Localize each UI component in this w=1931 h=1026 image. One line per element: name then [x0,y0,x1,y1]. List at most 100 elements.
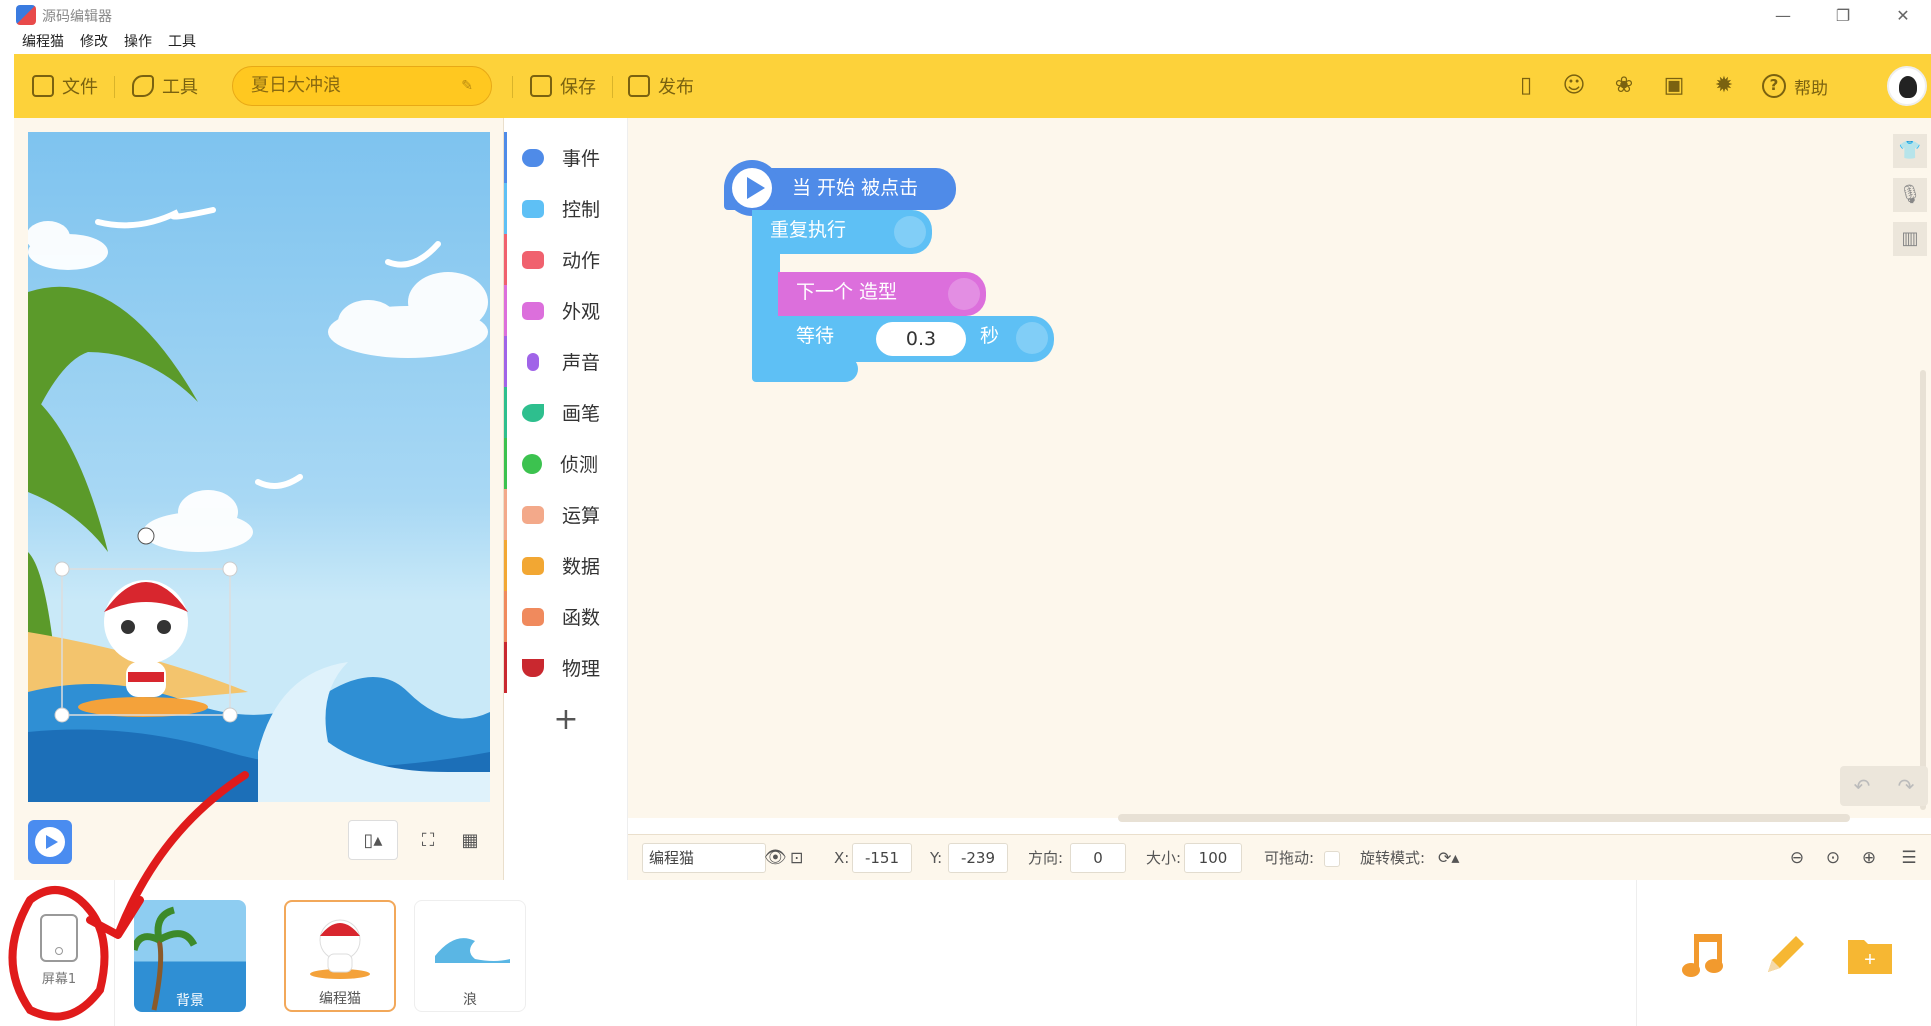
x-label: X: [834,849,850,867]
sprite-card-wave[interactable]: 浪 [414,900,526,1012]
sprite-card-codemao[interactable]: 编程猫 [284,900,396,1012]
sprite-name-input[interactable]: 编程猫 [642,843,766,873]
publish-button[interactable]: 发布 [628,54,694,118]
category-events[interactable]: 事件 [504,132,628,183]
minimize-button[interactable]: — [1755,0,1811,30]
category-sensing[interactable]: 侦测 [504,438,628,489]
stage-scene [28,207,490,802]
file-button[interactable]: 文件 [32,54,98,118]
category-motion[interactable]: 动作 [504,234,628,285]
save-button[interactable]: 保存 [530,54,596,118]
folder-add-icon[interactable]: + [1844,928,1896,980]
menu-item-codemao[interactable]: 编程猫 [22,30,64,54]
category-sound[interactable]: 声音 [504,336,628,387]
x-input[interactable]: -151 [852,843,912,873]
app-logo [16,5,36,25]
file-label: 文件 [62,77,98,98]
project-name-text: 夏日大冲浪 [251,75,341,96]
block-text: 秒 [980,325,1000,347]
code-workspace[interactable]: 当 开始 被点击 重复执行 下一个 造型 等待 0.3 秒 [628,118,1931,818]
bar-chart-icon [522,556,544,575]
y-input[interactable]: -239 [948,843,1008,873]
rotation-mode-dropdown[interactable]: ⟳▴ [1438,843,1459,873]
wait-seconds-input[interactable]: 0.3 [876,322,966,356]
title-bar: 源码编辑器 — ❐ ✕ [0,0,1931,30]
toolbar-divider [612,76,613,98]
fullscreen-icon[interactable]: ⛶ [408,820,448,860]
wait-block[interactable]: 等待 0.3 秒 [778,316,1054,362]
folder-icon [32,75,54,97]
project-name-input[interactable]: 夏日大冲浪 ✎ [232,66,492,106]
toolbar: 文件 工具 夏日大冲浪 ✎ 保存 发布 ▯ ☺ ❀ ▣ ✹ ? 帮助 [14,54,1931,118]
costume-icon[interactable]: 👕 [1893,134,1927,168]
toolbar-divider [114,76,115,98]
next-costume-block[interactable]: 下一个 造型 [778,272,986,316]
restore-button[interactable]: ❐ [1815,0,1871,30]
grid-icon[interactable]: ▦ [450,820,490,860]
user-avatar[interactable] [1887,66,1927,106]
category-operators[interactable]: 运算 [504,489,628,540]
block-text: 等待 [796,325,835,347]
tray-divider [114,880,115,1026]
category-functions[interactable]: 函数 [504,591,628,642]
toggle-icon [522,148,544,167]
category-pen[interactable]: 画笔 [504,387,628,438]
tools-button[interactable]: 工具 [132,54,198,118]
category-control[interactable]: 控制 [504,183,628,234]
block-categories: 事件 控制 动作 外观 声音 画笔 侦测 运算 数据 函数 物理 + [504,118,628,880]
stage-canvas[interactable] [28,132,490,802]
menu-item-tools[interactable]: 工具 [168,30,196,54]
undo-icon[interactable]: ↶ [1854,774,1871,798]
stage-panel: ▯▴ ⛶ ▦ [14,118,504,880]
device-switch-button[interactable]: ▯▴ [348,820,398,860]
category-looks[interactable]: 外观 [504,285,628,336]
sprite-properties-bar: 编程猫 👁 ⊡ X: -151 Y: -239 方向: 0 大小: 100 可拖… [628,834,1931,880]
block-text: 下一个 造型 [796,281,898,303]
help-button[interactable]: ? 帮助 [1762,54,1828,118]
bar-chart-icon[interactable]: ▥ [1893,222,1927,256]
play-icon [724,160,780,216]
screen-button[interactable]: 屏幕1 [14,900,104,1000]
zoom-reset-icon[interactable]: ⊙ [1818,843,1848,873]
sprite-card-background[interactable]: 背景 [134,900,246,1012]
redo-icon[interactable]: ↷ [1898,774,1915,798]
help-icon: ? [1762,74,1786,98]
category-label: 运算 [562,505,601,527]
close-button[interactable]: ✕ [1875,0,1931,30]
repeat-block-arm [752,254,780,358]
run-button[interactable] [28,820,72,864]
draggable-checkbox[interactable] [1324,851,1340,867]
direction-input[interactable]: 0 [1070,843,1126,873]
size-input[interactable]: 100 [1184,843,1242,873]
category-data[interactable]: 数据 [504,540,628,591]
music-note-icon[interactable] [1678,928,1730,980]
function-icon [522,607,544,626]
extensions-icon[interactable]: ❀ [1612,74,1636,98]
robot-icon[interactable]: ☺ [1562,74,1586,98]
menu-icon[interactable]: ☰ [1894,843,1924,873]
lock-icon[interactable]: ⊡ [790,843,803,873]
save-label: 保存 [560,77,596,98]
settings-icon[interactable]: ✹ [1712,74,1736,98]
zoom-out-icon[interactable]: ⊖ [1782,843,1812,873]
repeat-forever-block[interactable]: 重复执行 [752,210,932,254]
menu-item-operate[interactable]: 操作 [124,30,152,54]
menu-bar: 编程猫 修改 操作 工具 [0,30,1931,54]
sprite-label: 编程猫 [319,991,361,1007]
menu-item-edit[interactable]: 修改 [80,30,108,54]
block-text: 重复执行 [770,219,847,241]
sprite-tray: 屏幕1 背景 编程猫 浪 + [0,880,1931,1026]
vertical-scrollbar[interactable] [1920,370,1926,810]
category-physics[interactable]: 物理 [504,642,628,693]
category-label: 动作 [562,250,601,272]
horizontal-scrollbar[interactable] [1118,814,1850,822]
microphone-icon[interactable]: 🎙 [1893,178,1927,212]
backpack-icon[interactable]: ▣ [1662,74,1686,98]
add-extension-button[interactable]: + [504,700,628,740]
device-icon[interactable]: ▯ [1514,74,1538,98]
zoom-in-icon[interactable]: ⊕ [1854,843,1884,873]
help-label: 帮助 [1794,78,1828,99]
pencil-icon[interactable] [1758,928,1810,980]
visibility-eye-icon[interactable]: 👁 [764,843,787,873]
category-label: 函数 [562,607,601,629]
